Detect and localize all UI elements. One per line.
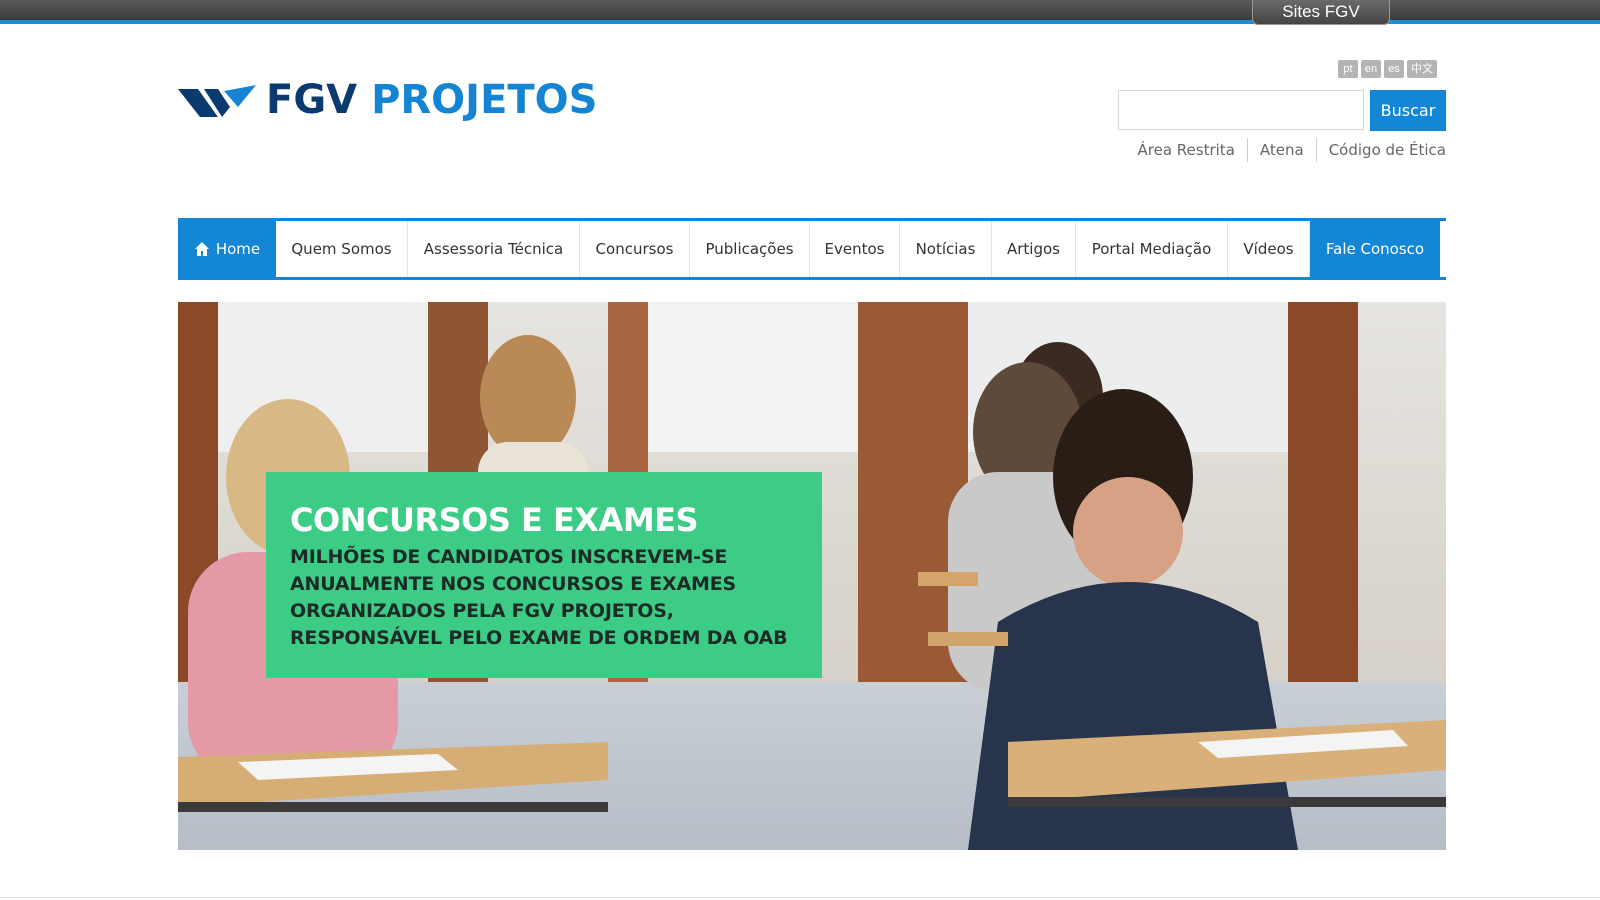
nav-item-fale-conosco[interactable]: Fale Conosco bbox=[1310, 221, 1440, 277]
lang-en[interactable]: en bbox=[1361, 60, 1381, 78]
nav-item-eventos[interactable]: Eventos bbox=[810, 221, 900, 277]
nav-item-label: Assessoria Técnica bbox=[423, 240, 564, 258]
nav-item-quem-somos[interactable]: Quem Somos bbox=[276, 221, 408, 277]
nav-item-videos[interactable]: Vídeos bbox=[1228, 221, 1310, 277]
nav-item-label: Fale Conosco bbox=[1325, 240, 1425, 258]
language-selector: pt en es 中文 bbox=[1338, 60, 1437, 78]
nav-item-label: Home bbox=[215, 240, 261, 258]
hero-text-box: CONCURSOS E EXAMES MILHÕES DE CANDIDATOS… bbox=[266, 472, 822, 678]
divider bbox=[0, 897, 1600, 898]
area-restrita-link[interactable]: Área Restrita bbox=[1126, 141, 1247, 159]
hero-title: CONCURSOS E EXAMES bbox=[290, 501, 699, 539]
fgv-logo-mark-icon bbox=[178, 85, 256, 117]
nav-item-label: Quem Somos bbox=[291, 240, 392, 258]
logo-projetos-text: PROJETOS bbox=[371, 77, 598, 123]
codigo-de-etica-link[interactable]: Código de Ética bbox=[1317, 141, 1446, 159]
nav-item-label: Eventos bbox=[824, 240, 885, 258]
nav-item-label: Portal Mediação bbox=[1091, 240, 1212, 258]
hero-banner[interactable]: CONCURSOS E EXAMES MILHÕES DE CANDIDATOS… bbox=[178, 302, 1446, 850]
hero-description: MILHÕES DE CANDIDATOS INSCREVEM-SE ANUAL… bbox=[290, 546, 788, 649]
nav-item-publicacoes[interactable]: Publicações bbox=[690, 221, 810, 277]
nav-item-label: Publicações bbox=[705, 240, 794, 258]
nav-item-label: Notícias bbox=[915, 240, 976, 258]
utility-links: Área Restrita Atena Código de Ética bbox=[1126, 138, 1446, 162]
search-input[interactable] bbox=[1118, 90, 1364, 130]
nav-item-home[interactable]: Home bbox=[178, 221, 276, 277]
lang-zh[interactable]: 中文 bbox=[1407, 60, 1437, 78]
nav-item-concursos[interactable]: Concursos bbox=[580, 221, 690, 277]
lang-pt[interactable]: pt bbox=[1338, 60, 1358, 78]
atena-link[interactable]: Atena bbox=[1248, 141, 1316, 159]
lang-es[interactable]: es bbox=[1384, 60, 1404, 78]
home-icon bbox=[194, 242, 209, 256]
nav-item-portal-mediacao[interactable]: Portal Mediação bbox=[1076, 221, 1228, 277]
nav-item-label: Vídeos bbox=[1243, 240, 1294, 258]
main-nav: Home Quem Somos Assessoria Técnica Concu… bbox=[178, 218, 1446, 280]
nav-item-noticias[interactable]: Notícias bbox=[900, 221, 992, 277]
sites-fgv-tab[interactable]: Sites FGV bbox=[1252, 0, 1390, 25]
nav-item-assessoria-tecnica[interactable]: Assessoria Técnica bbox=[408, 221, 580, 277]
logo-fgv-text: FGV bbox=[266, 77, 358, 123]
nav-item-label: Artigos bbox=[1007, 240, 1060, 258]
fgv-projetos-logo[interactable]: FGV PROJETOS bbox=[178, 78, 598, 122]
nav-item-label: Concursos bbox=[595, 240, 674, 258]
search-button[interactable]: Buscar bbox=[1370, 90, 1446, 131]
nav-item-artigos[interactable]: Artigos bbox=[992, 221, 1076, 277]
